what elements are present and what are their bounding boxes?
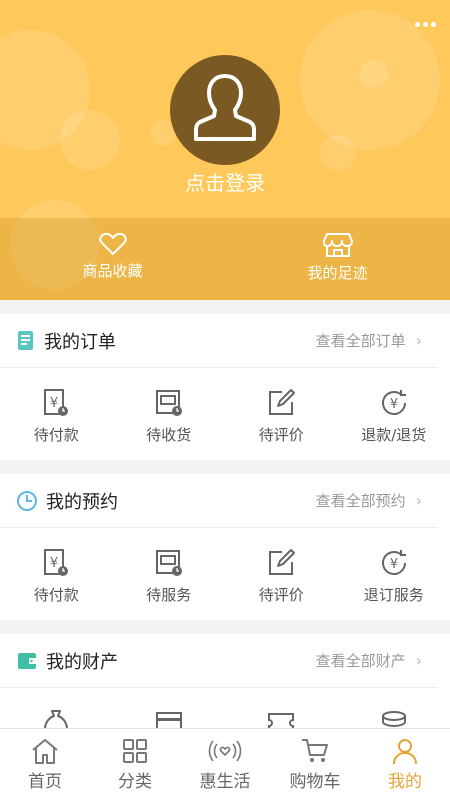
svg-text:¥: ¥ <box>50 556 58 571</box>
appointment-pending-review-label: 待评价 <box>258 586 304 604</box>
home-icon <box>32 739 58 764</box>
user-icon <box>393 739 417 765</box>
tab-life-label: 惠生活 <box>199 772 251 792</box>
appointments-title: 我的预约 <box>16 488 118 514</box>
tab-cart[interactable]: 购物车 <box>270 729 360 800</box>
tab-home-label: 首页 <box>28 772 62 792</box>
profile-header: 点击登录 商品收藏 我的足迹 <box>0 0 450 300</box>
view-all-assets-link[interactable]: 查看全部财产 › <box>316 650 422 671</box>
order-pending-review-label: 待评价 <box>258 426 304 444</box>
assets-title-text: 我的财产 <box>46 651 118 673</box>
heart-icon <box>98 232 127 255</box>
order-pending-receipt-label: 待收货 <box>146 426 192 444</box>
tab-category-label: 分类 <box>118 772 152 792</box>
more-menu-button[interactable] <box>412 14 438 34</box>
yen-bill-clock-icon: ¥ <box>44 549 69 576</box>
assets-title: 我的财产 <box>16 648 118 674</box>
svg-text:¥: ¥ <box>390 557 398 572</box>
order-pending-receipt[interactable]: 待收货 <box>113 368 226 460</box>
bg-bubble <box>60 110 120 170</box>
asset-coins[interactable] <box>338 688 450 728</box>
appointments-status-row: ¥ 待付款 待服务 待评价 ¥ 退订服务 <box>0 528 450 620</box>
refund-icon: ¥ <box>381 550 406 575</box>
orders-title-text: 我的订单 <box>44 331 116 353</box>
assets-row <box>0 688 450 728</box>
login-link[interactable]: 点击登录 <box>0 167 450 196</box>
dot-icon <box>430 21 436 27</box>
footprints-label: 我的足迹 <box>307 264 368 282</box>
assets-section: 我的财产 查看全部财产 › <box>0 634 450 728</box>
orders-title: 我的订单 <box>16 328 116 354</box>
footprints-button[interactable]: 我的足迹 <box>225 218 450 300</box>
bg-bubble <box>360 60 388 88</box>
chevron-right-icon: › <box>415 651 422 670</box>
appointment-pending-payment[interactable]: ¥ 待付款 <box>0 528 113 620</box>
package-clock-icon <box>155 390 182 416</box>
assets-header: 我的财产 查看全部财产 › <box>0 634 438 688</box>
tab-life[interactable]: 惠生活 <box>180 729 270 800</box>
tab-category[interactable]: 分类 <box>90 729 180 800</box>
card-icon <box>155 712 182 728</box>
view-all-assets-text: 查看全部财产 <box>315 652 406 670</box>
coupon-icon <box>268 713 295 728</box>
money-bag-icon <box>44 710 69 728</box>
document-icon <box>16 330 36 352</box>
cart-icon <box>302 739 328 762</box>
wallet-icon <box>16 650 38 672</box>
order-pending-review[interactable]: 待评价 <box>225 368 338 460</box>
asset-money-bag[interactable] <box>0 688 113 728</box>
yen-bill-clock-icon: ¥ <box>44 389 69 416</box>
appointment-cancel-service[interactable]: ¥ 退订服务 <box>338 528 450 620</box>
user-silhouette-icon <box>194 74 256 141</box>
tab-mine-label: 我的 <box>388 772 422 792</box>
tab-cart-label: 购物车 <box>289 772 341 792</box>
package-clock-icon <box>155 550 182 576</box>
refund-icon: ¥ <box>381 390 406 415</box>
order-pending-payment-label: 待付款 <box>33 426 79 444</box>
appointment-pending-review[interactable]: 待评价 <box>225 528 338 620</box>
bg-bubble <box>320 135 356 171</box>
appointment-pending-service[interactable]: 待服务 <box>113 528 226 620</box>
orders-status-row: ¥ 待付款 待收货 待评价 ¥ 退款/退货 <box>0 368 450 460</box>
bottom-tab-bar: 首页 分类 惠生活 购物车 我的 <box>0 728 450 800</box>
view-all-orders-link[interactable]: 查看全部订单 › <box>316 330 422 351</box>
appointments-title-text: 我的预约 <box>46 491 118 513</box>
edit-icon <box>269 549 296 575</box>
dot-icon <box>422 21 428 27</box>
svg-text:¥: ¥ <box>50 396 58 411</box>
orders-header: 我的订单 查看全部订单 › <box>0 314 438 368</box>
asset-card[interactable] <box>113 688 226 728</box>
favorites-label: 商品收藏 <box>82 262 143 280</box>
asset-coupon[interactable] <box>225 688 338 728</box>
signal-heart-icon <box>208 740 242 762</box>
view-all-orders-text: 查看全部订单 <box>315 332 406 350</box>
order-refund[interactable]: ¥ 退款/退货 <box>338 368 450 460</box>
coins-icon <box>381 711 406 728</box>
order-pending-payment[interactable]: ¥ 待付款 <box>0 368 113 460</box>
appointments-header: 我的预约 查看全部预约 › <box>0 474 438 528</box>
tab-mine[interactable]: 我的 <box>360 729 450 800</box>
grid-icon <box>123 739 147 763</box>
view-all-appointments-link[interactable]: 查看全部预约 › <box>316 490 422 511</box>
appointment-pending-payment-label: 待付款 <box>33 586 79 604</box>
edit-icon <box>269 389 296 415</box>
favorites-button[interactable]: 商品收藏 <box>0 218 225 300</box>
view-all-appointments-text: 查看全部预约 <box>315 492 406 510</box>
favorites-bar: 商品收藏 我的足迹 <box>0 218 450 300</box>
clock-icon <box>16 490 38 512</box>
svg-text:¥: ¥ <box>390 397 398 412</box>
appointment-cancel-service-label: 退订服务 <box>363 586 424 604</box>
appointments-section: 我的预约 查看全部预约 › ¥ 待付款 待服务 待评价 ¥ 退订服务 <box>0 474 450 620</box>
chevron-right-icon: › <box>415 491 422 510</box>
chevron-right-icon: › <box>415 331 422 350</box>
avatar[interactable] <box>170 55 280 165</box>
orders-section: 我的订单 查看全部订单 › ¥ 待付款 待收货 待评价 ¥ 退款/退货 <box>0 314 450 460</box>
tab-home[interactable]: 首页 <box>0 729 90 800</box>
store-icon <box>322 233 353 257</box>
dot-icon <box>414 21 420 27</box>
appointment-pending-service-label: 待服务 <box>146 586 192 604</box>
order-refund-label: 退款/退货 <box>361 426 427 444</box>
